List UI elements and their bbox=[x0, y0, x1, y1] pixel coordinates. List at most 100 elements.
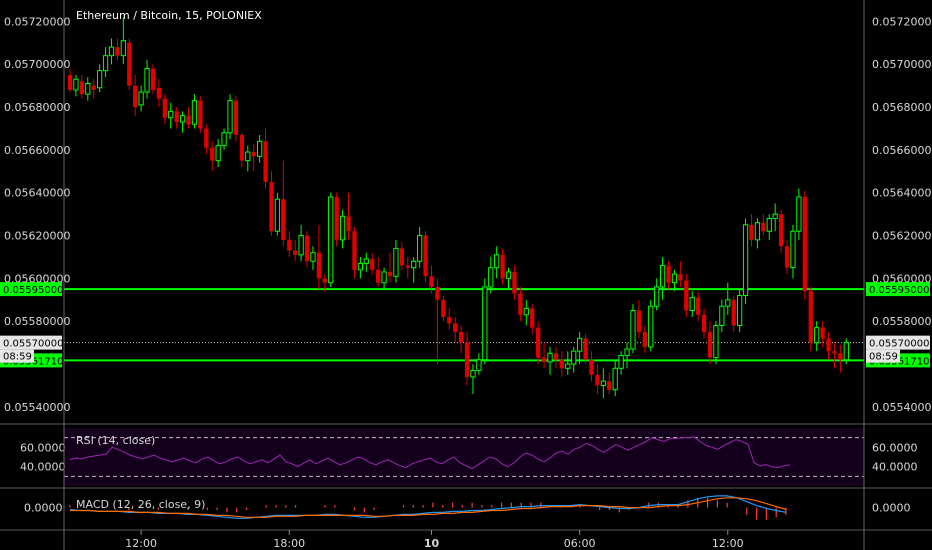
candle-body bbox=[370, 259, 375, 270]
candle-body bbox=[447, 316, 452, 324]
candle-body bbox=[742, 224, 749, 297]
candle-body bbox=[518, 293, 523, 315]
countdown-label: 08:59 bbox=[869, 352, 898, 363]
candle-body bbox=[530, 308, 535, 328]
candle-body bbox=[482, 286, 488, 361]
candle-body bbox=[725, 299, 731, 307]
candle-body bbox=[843, 342, 849, 361]
candle-body bbox=[115, 47, 120, 56]
candle-body bbox=[766, 217, 772, 232]
candle-body bbox=[731, 299, 736, 326]
candle-body bbox=[607, 381, 612, 390]
price-tick-label-left: 0.05720000 bbox=[4, 15, 70, 28]
candle-body bbox=[838, 353, 843, 360]
candle-body bbox=[411, 260, 417, 269]
candle-body bbox=[826, 338, 831, 352]
candle-body bbox=[790, 230, 796, 269]
price-tick-label-right: 0.05720000 bbox=[872, 15, 932, 28]
candle-body bbox=[144, 68, 150, 93]
candle-body bbox=[600, 380, 606, 386]
rsi-tick-label-right: 40.0000 bbox=[872, 461, 918, 474]
price-tick-label-left: 0.05600000 bbox=[4, 272, 70, 285]
candle-body bbox=[393, 247, 399, 277]
candle-body bbox=[784, 246, 790, 268]
candle-body bbox=[512, 271, 517, 294]
candle-body bbox=[505, 271, 512, 279]
candle-body bbox=[168, 110, 174, 119]
candle-body bbox=[642, 331, 647, 347]
candle-body bbox=[322, 278, 327, 283]
price-tick-label-left: 0.05540000 bbox=[4, 401, 70, 414]
rsi-label: RSI (14, close) bbox=[76, 434, 155, 447]
candle-body bbox=[293, 250, 298, 255]
candle-body bbox=[678, 274, 683, 281]
candle-body bbox=[239, 134, 244, 161]
candle-body bbox=[772, 213, 778, 219]
candle-body bbox=[91, 85, 96, 90]
candle-body bbox=[749, 224, 754, 240]
candle-body bbox=[583, 338, 588, 360]
candle-body bbox=[316, 252, 322, 279]
candle-body bbox=[636, 310, 642, 332]
candle-body bbox=[796, 196, 802, 232]
chart-canvas[interactable]: 0.055950000.055950000.055617100.05561710… bbox=[0, 0, 932, 550]
candle-body bbox=[339, 215, 346, 241]
candle-body bbox=[761, 222, 766, 232]
candle-body bbox=[423, 235, 428, 277]
candle-body bbox=[565, 363, 571, 369]
candle-body bbox=[547, 352, 553, 363]
candle-body bbox=[269, 182, 274, 232]
candle-body bbox=[79, 81, 84, 95]
candle-body bbox=[133, 85, 138, 108]
candle-body bbox=[541, 357, 547, 362]
candle-body bbox=[387, 271, 393, 277]
candle-body bbox=[102, 55, 109, 72]
candle-body bbox=[666, 265, 671, 283]
price-tick-label-right: 0.05640000 bbox=[872, 187, 932, 200]
candle-body bbox=[352, 231, 357, 270]
candle-body bbox=[328, 196, 334, 284]
last-price-tag-label: 0.05570000 bbox=[869, 339, 929, 350]
price-tick-label-right: 0.05540000 bbox=[872, 401, 932, 414]
candle-body bbox=[399, 248, 404, 266]
candle-body bbox=[138, 91, 144, 106]
candle-body bbox=[162, 98, 167, 118]
candle-body bbox=[701, 314, 707, 332]
candle-body bbox=[464, 342, 470, 377]
candle-body bbox=[67, 74, 73, 90]
candle-body bbox=[85, 83, 91, 95]
time-tick-label: 06:00 bbox=[564, 537, 596, 550]
macd-tick-label-right: 0.0000 bbox=[872, 502, 911, 515]
candle-body bbox=[571, 350, 577, 365]
candle-body bbox=[654, 286, 660, 307]
candle-body bbox=[416, 235, 423, 262]
candle-body bbox=[707, 331, 713, 358]
candle-body bbox=[612, 367, 618, 391]
candle-body bbox=[179, 115, 186, 123]
price-tick-label-right: 0.05700000 bbox=[872, 58, 932, 71]
candle-body bbox=[227, 100, 233, 134]
candle-body bbox=[553, 353, 559, 360]
candle-body bbox=[221, 132, 227, 147]
candle-body bbox=[156, 87, 162, 99]
price-tick-label-left: 0.05640000 bbox=[4, 187, 70, 200]
time-tick-label: 12:00 bbox=[125, 537, 157, 550]
candle-body bbox=[559, 359, 564, 369]
candle-body bbox=[120, 40, 126, 57]
candle-body bbox=[346, 216, 351, 232]
macd-tick-label-left: 0.0000 bbox=[24, 502, 63, 515]
candle-body bbox=[441, 299, 446, 317]
candle-body bbox=[281, 199, 286, 240]
candle-body bbox=[802, 197, 807, 292]
candle-body bbox=[127, 42, 132, 86]
chart-title: Ethereum / Bitcoin, 15, POLONIEX bbox=[76, 9, 262, 22]
candle-body bbox=[429, 276, 434, 287]
candle-body bbox=[298, 235, 304, 256]
candle-body bbox=[630, 310, 636, 350]
candle-body bbox=[684, 280, 689, 311]
candle-body bbox=[458, 331, 464, 343]
candle-body bbox=[363, 258, 369, 264]
candle-body bbox=[256, 140, 263, 157]
price-tick-label-right: 0.05600000 bbox=[872, 272, 932, 285]
candle-body bbox=[754, 222, 761, 241]
